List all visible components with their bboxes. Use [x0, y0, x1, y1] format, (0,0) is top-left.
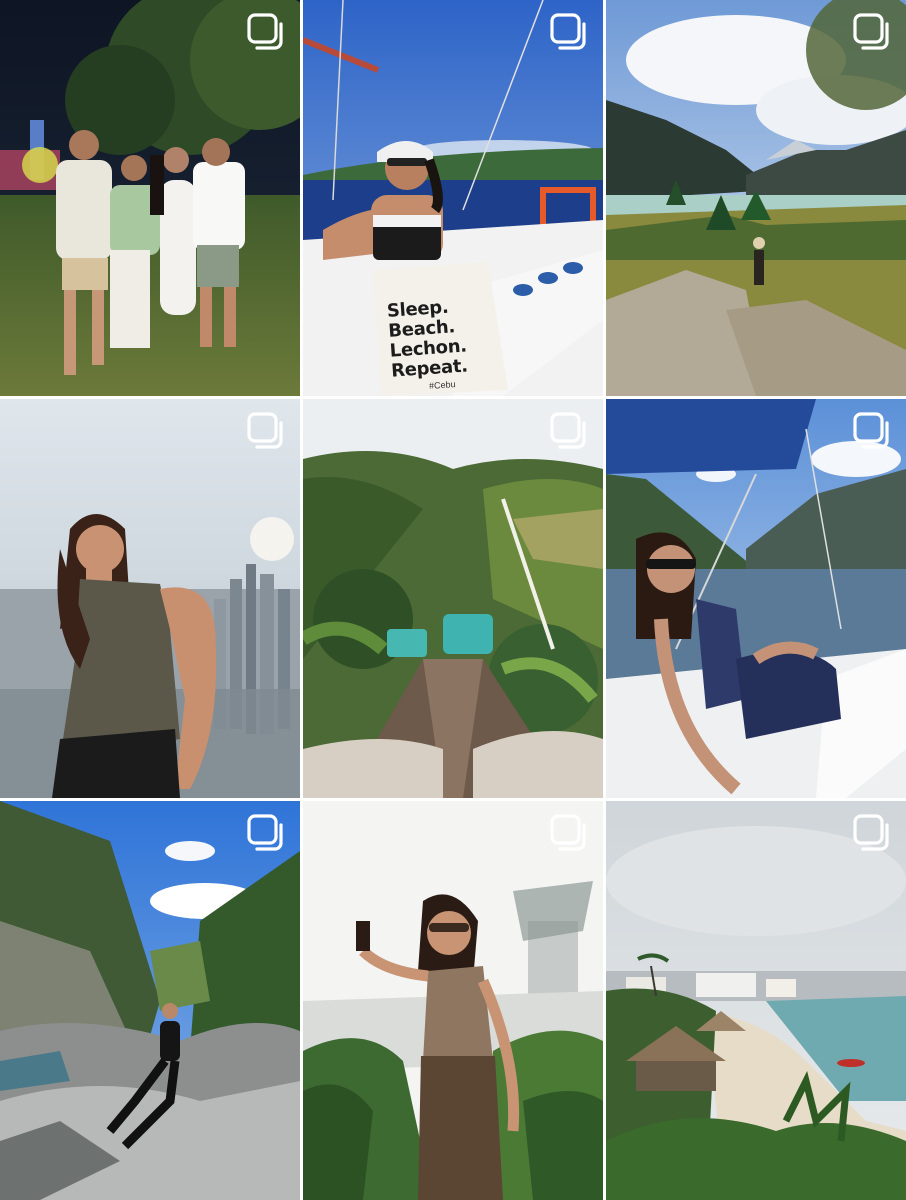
carousel-multiple-icon: [549, 411, 587, 449]
post-image-family-night: [0, 0, 300, 396]
profile-posts-grid: Sleep. Beach. Lechon. Repeat. #Cebu: [0, 0, 906, 1200]
carousel-multiple-icon: [549, 813, 587, 851]
post-tile-garden-portrait[interactable]: [303, 801, 603, 1200]
carousel-multiple-icon: [852, 12, 890, 50]
carousel-multiple-icon: [852, 411, 890, 449]
carousel-multiple-icon: [246, 411, 284, 449]
post-image-jungle-resort: [303, 399, 603, 798]
post-tile-boat-tote[interactable]: Sleep. Beach. Lechon. Repeat. #Cebu: [303, 0, 603, 396]
carousel-multiple-icon: [246, 813, 284, 851]
post-tile-jungle-resort[interactable]: [303, 399, 603, 798]
carousel-multiple-icon: [549, 12, 587, 50]
carousel-multiple-icon: [246, 12, 284, 50]
post-tile-canyon-rocks[interactable]: [0, 801, 300, 1200]
post-tile-beach-resort[interactable]: [606, 801, 906, 1200]
carousel-multiple-icon: [852, 813, 890, 851]
post-image-garden-portrait: [303, 801, 603, 1200]
post-image-canyon-rocks: [0, 801, 300, 1200]
post-tile-mountain-valley[interactable]: [606, 0, 906, 396]
post-image-mountain-valley: [606, 0, 906, 396]
post-tile-lake-boat[interactable]: [606, 399, 906, 798]
tote-bag-text: Sleep. Beach. Lechon. Repeat.: [386, 296, 469, 382]
post-tile-family-night[interactable]: [0, 0, 300, 396]
post-image-lake-boat: [606, 399, 906, 798]
post-image-city-portrait: [0, 399, 300, 798]
post-tile-city-portrait[interactable]: [0, 399, 300, 798]
post-image-beach-resort: [606, 801, 906, 1200]
tote-bag-hashtag: #Cebu: [428, 379, 456, 391]
